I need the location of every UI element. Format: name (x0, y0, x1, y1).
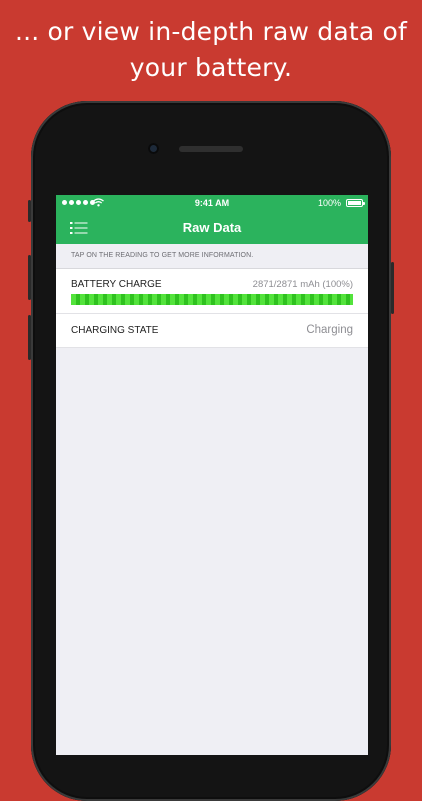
battery-charge-label: BATTERY CHARGE (71, 279, 162, 290)
battery-charge-value: 2871/2871 mAh (100%) (252, 279, 353, 290)
charging-state-row[interactable]: CHARGING STATE Charging (56, 314, 368, 348)
headline-line-1: ... or view in-depth raw data of (14, 17, 408, 46)
battery-percent: 100% (317, 198, 341, 208)
battery-icon (346, 199, 365, 207)
status-bar: 9:41 AM 100% (56, 195, 368, 212)
charging-state-label: CHARGING STATE (71, 325, 159, 336)
navigation-bar: Raw Data (56, 212, 368, 244)
charging-state-value: Charging (306, 324, 353, 336)
battery-charge-meter-fill (71, 294, 353, 305)
battery-charge-meter (71, 294, 353, 305)
phone-screen: 9:41 AM 100% Raw Data TAP ON THE READING… (56, 195, 368, 755)
front-camera (148, 143, 159, 154)
info-hint: TAP ON THE READING TO GET MORE INFORMATI… (56, 244, 368, 269)
power-button (391, 262, 394, 314)
headline-line-2: your battery. (129, 53, 293, 82)
volume-up-button (28, 255, 31, 300)
volume-down-button (28, 315, 31, 360)
headline: ... or view in-depth raw data of your ba… (0, 14, 422, 86)
battery-charge-row[interactable]: BATTERY CHARGE 2871/2871 mAh (100%) (56, 269, 368, 314)
page-title: Raw Data (182, 220, 242, 235)
mute-switch (28, 200, 31, 222)
earpiece-speaker (179, 146, 243, 152)
